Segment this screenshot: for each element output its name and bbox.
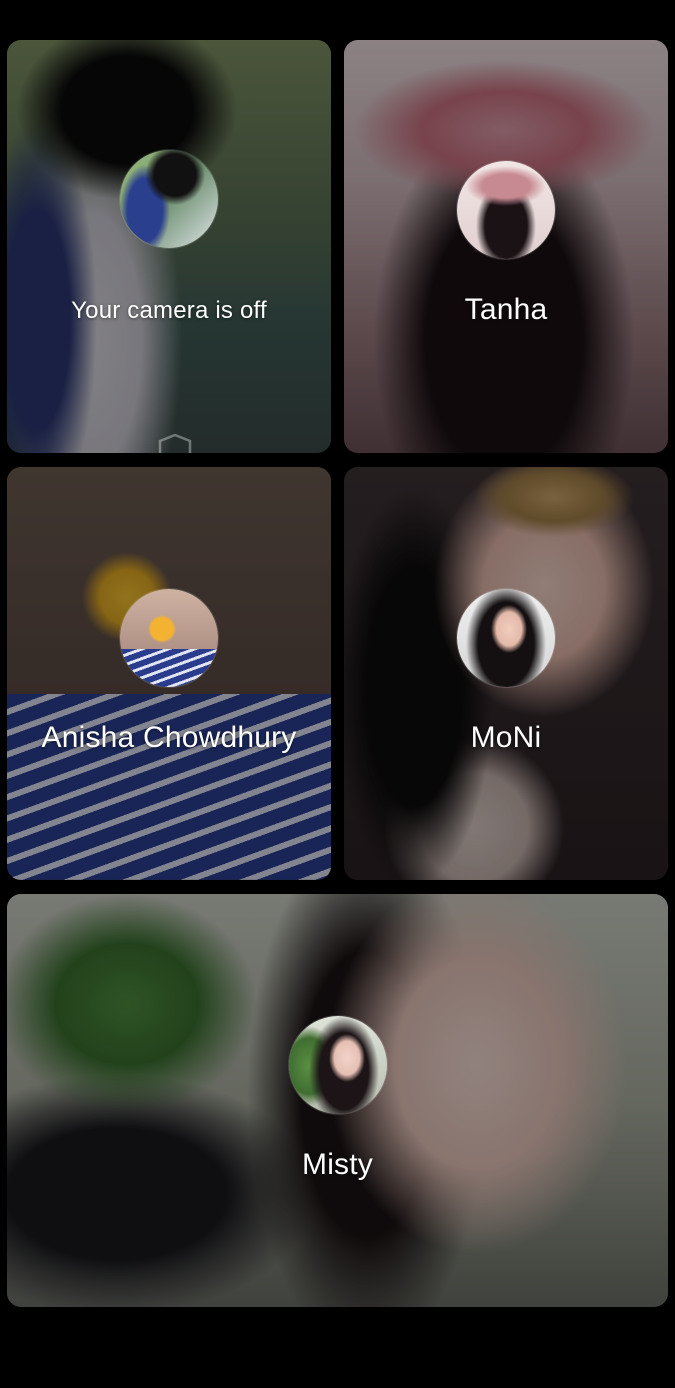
participant-tile-misty[interactable]: Misty <box>7 894 668 1307</box>
participant-tile-moni[interactable]: MoNi <box>344 467 668 880</box>
participant-name: Misty <box>302 1148 373 1181</box>
camera-off-label: Your camera is off <box>71 297 267 324</box>
avatar-image <box>120 589 218 687</box>
participant-tile-self[interactable]: Your camera is off <box>7 40 331 453</box>
avatar-image <box>288 1016 387 1114</box>
avatar-image <box>457 589 555 687</box>
avatar <box>288 1016 387 1114</box>
avatar-image <box>120 150 218 248</box>
participant-name: MoNi <box>470 721 542 754</box>
avatar <box>457 161 555 259</box>
participant-name: Tanha <box>464 293 548 326</box>
avatar <box>120 589 218 687</box>
avatar <box>120 150 218 248</box>
participant-name: Anisha Chowdhury <box>41 721 297 754</box>
participant-tile-tanha[interactable]: Tanha <box>344 40 668 453</box>
participant-tile-anisha[interactable]: Anisha Chowdhury <box>7 467 331 880</box>
avatar <box>457 589 555 687</box>
avatar-image <box>457 161 555 259</box>
shield-icon <box>158 433 192 453</box>
